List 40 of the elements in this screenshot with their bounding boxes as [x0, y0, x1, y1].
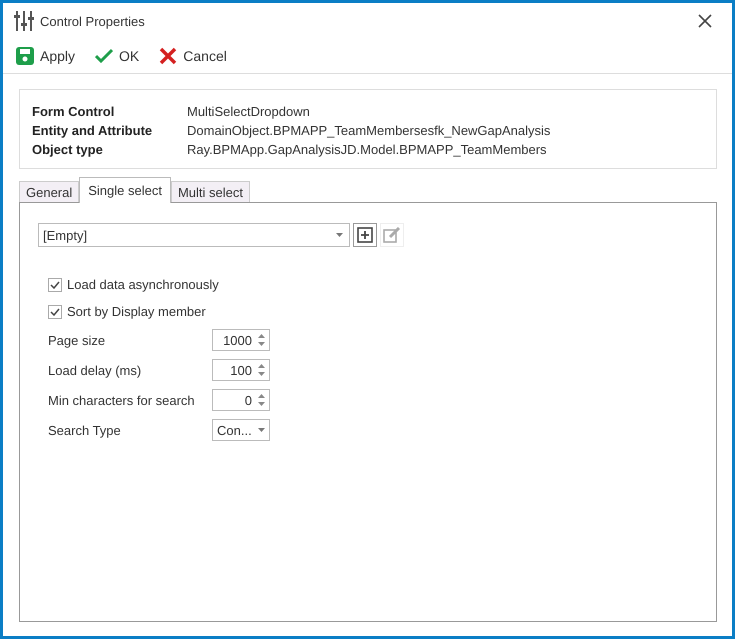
- checkbox-label: Load data asynchronously: [67, 277, 219, 292]
- field-value: Ray.BPMApp.GapAnalysisJD.Model.BPMAPP_TeamMembers: [187, 142, 548, 157]
- field-label: Load delay (ms): [48, 362, 142, 378]
- field-value: DomainObject.BPMAPP_TeamMembersesfk_NewGapAnalysis: [187, 123, 552, 138]
- checkmark-icon: [50, 308, 60, 316]
- dropdown-field[interactable]: Con...: [212, 419, 270, 441]
- number-field[interactable]: 100: [212, 359, 270, 381]
- close-icon[interactable]: [698, 14, 712, 28]
- add-button[interactable]: [353, 223, 377, 247]
- spinner-arrows-icon: [258, 364, 265, 376]
- checkmark-icon: [50, 280, 60, 288]
- spinner-arrows-icon: [258, 394, 265, 406]
- field-label: Min characters for search: [48, 392, 196, 408]
- edit-icon: [383, 227, 401, 243]
- caret-icon: [336, 233, 343, 237]
- cancel-button[interactable]: Cancel: [156, 45, 230, 67]
- field-label: Search Type: [48, 422, 122, 438]
- field-label: Object type: [32, 142, 104, 157]
- checkbox[interactable]: [48, 278, 62, 292]
- dropdown-field[interactable]: [Empty]: [38, 223, 350, 247]
- number-field[interactable]: 1000: [212, 329, 270, 351]
- checkbox[interactable]: [48, 304, 62, 318]
- spinner-arrows-icon: [258, 334, 265, 346]
- x-icon: [159, 47, 178, 65]
- field-label: Page size: [48, 332, 106, 348]
- field-label: Form Control: [32, 104, 116, 119]
- checkbox-label: Sort by Display member: [67, 304, 206, 319]
- window-title: Control Properties: [40, 14, 145, 28]
- checkmark-icon: [95, 47, 114, 65]
- tab[interactable]: Multi select: [170, 181, 250, 203]
- tab[interactable]: General: [19, 181, 80, 203]
- ok-button[interactable]: OK: [92, 45, 142, 67]
- plus-box-icon: [357, 227, 373, 243]
- sliders-icon: [14, 10, 34, 32]
- number-field[interactable]: 0: [212, 389, 270, 411]
- field-value: MultiSelectDropdown: [187, 104, 311, 119]
- apply-button[interactable]: Apply: [13, 45, 78, 67]
- caret-icon: [258, 428, 265, 432]
- field-label: Entity and Attribute: [32, 123, 154, 138]
- tab[interactable]: Single select: [79, 177, 171, 203]
